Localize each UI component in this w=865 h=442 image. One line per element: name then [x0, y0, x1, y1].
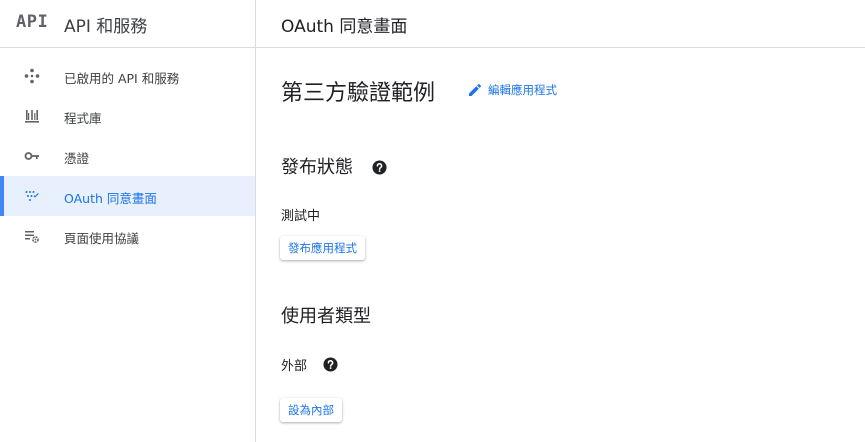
sidebar-item-label: OAuth 同意畫面: [64, 191, 157, 206]
sidebar-nav: 已啟用的 API 和服務 程式庫 憑證 OAuth 同意畫面 頁面使用協議: [0, 56, 255, 256]
library-icon: [25, 110, 39, 123]
publishing-status-title: 發布狀態: [281, 157, 353, 178]
sidebar-item-label: 頁面使用協議: [64, 231, 140, 246]
sidebar: API API 和服務 已啟用的 API 和服務 程式庫 憑證 OAuth 同意…: [0, 0, 256, 442]
page-header-title: OAuth 同意畫面: [281, 17, 408, 37]
make-internal-button[interactable]: 設為內部: [280, 398, 342, 422]
user-type-title: 使用者類型: [281, 306, 371, 327]
help-icon[interactable]: [323, 357, 338, 372]
publishing-status-value: 測試中: [281, 209, 321, 224]
help-icon[interactable]: [372, 160, 387, 175]
sidebar-item-label: 已啟用的 API 和服務: [64, 71, 180, 86]
sidebar-item-enabled-apis[interactable]: 已啟用的 API 和服務: [0, 56, 255, 96]
sidebar-item-oauth-consent[interactable]: OAuth 同意畫面: [0, 176, 255, 216]
edit-app-link[interactable]: 編輯應用程式: [467, 82, 557, 98]
sidebar-item-label: 程式庫: [64, 111, 102, 126]
sidebar-header: API API 和服務: [0, 0, 255, 48]
app-name-title: 第三方驗證範例: [281, 81, 436, 106]
oauth-dots-icon: [25, 191, 39, 201]
sidebar-item-label: 憑證: [64, 151, 90, 166]
top-bar: OAuth 同意畫面: [256, 0, 865, 48]
key-icon: [24, 152, 39, 160]
diamond-grid-icon: [24, 68, 40, 84]
pencil-icon: [469, 83, 482, 96]
publish-app-button[interactable]: 發布應用程式: [280, 236, 365, 260]
sidebar-item-credentials[interactable]: 憑證: [0, 136, 255, 176]
settings-list-icon: [25, 231, 39, 243]
main-content: 第三方驗證範例 編輯應用程式 發布狀態 測試中 發布應用程式 使用者類型 外部 …: [256, 49, 865, 442]
sidebar-item-library[interactable]: 程式庫: [0, 96, 255, 136]
user-type-value: 外部: [281, 359, 308, 374]
sidebar-title[interactable]: API 和服務: [64, 12, 147, 37]
sidebar-item-page-usage-agreements[interactable]: 頁面使用協議: [0, 216, 255, 256]
edit-app-label: 編輯應用程式: [488, 83, 557, 97]
api-logo[interactable]: API: [16, 12, 48, 32]
